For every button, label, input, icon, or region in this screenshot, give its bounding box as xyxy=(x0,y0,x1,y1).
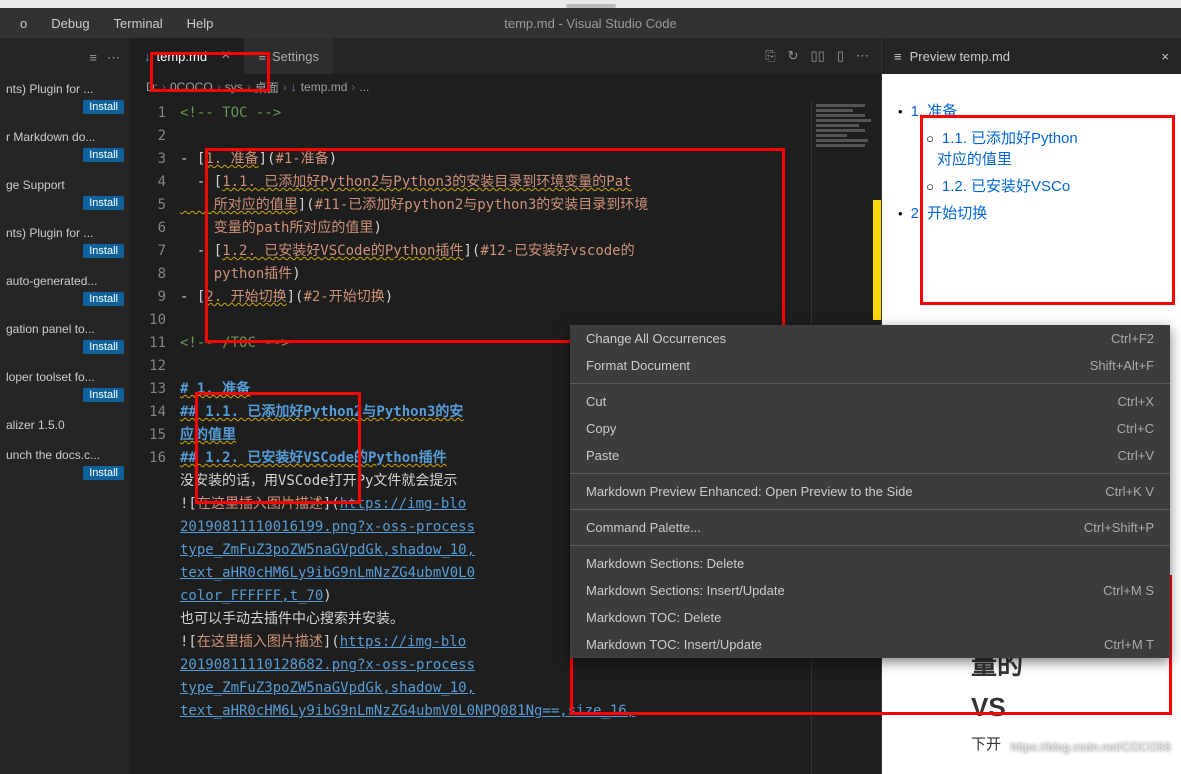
extensions-sidebar: ≡ ⋯ nts) Plugin for ...Installr Markdown… xyxy=(0,38,130,774)
crumb[interactable]: ... xyxy=(359,80,369,94)
settings-icon: ≡ xyxy=(258,49,266,64)
extension-item[interactable]: ge SupportInstall xyxy=(0,170,130,218)
sidebar-filter-icon[interactable]: ≡ xyxy=(89,50,97,66)
preview-tab-label: Preview temp.md xyxy=(910,49,1010,64)
editor-actions: ⎘ ↻ ▯▯ ▯ ⋯ xyxy=(753,48,881,64)
preview-icon: ≡ xyxy=(894,49,902,64)
toc-link[interactable]: 2. 开始切换 xyxy=(911,205,988,222)
crumb[interactable]: sys xyxy=(225,80,243,94)
tab-label: temp.md xyxy=(157,49,208,64)
split-icon[interactable]: ▯ xyxy=(837,48,844,64)
extension-item[interactable]: r Markdown do...Install xyxy=(0,122,130,170)
preview-toc: •1. 准备 ○1.1. 已添加好Python 对应的值里 ○1.2. 已安装好… xyxy=(898,100,1165,223)
menubar: o Debug Terminal Help temp.md - Visual S… xyxy=(0,8,1181,38)
install-button[interactable]: Install xyxy=(83,340,124,354)
open-changes-icon[interactable]: ⎘ xyxy=(765,48,775,64)
context-menu-item[interactable]: Markdown TOC: Insert/UpdateCtrl+M T xyxy=(570,631,1170,658)
code-line[interactable]: - [1.1. 已添加好Python2与Python3的安装目录到环境变量的Pa… xyxy=(180,171,811,194)
context-menu-item[interactable]: Markdown TOC: Delete xyxy=(570,604,1170,631)
refresh-icon[interactable]: ↻ xyxy=(788,48,799,64)
context-menu: Change All OccurrencesCtrl+F2Format Docu… xyxy=(570,325,1170,658)
extension-item[interactable]: auto-generated...Install xyxy=(0,266,130,314)
context-menu-item[interactable]: Command Palette...Ctrl+Shift+P xyxy=(570,514,1170,541)
menu-item-o[interactable]: o xyxy=(8,16,39,31)
menu-item-debug[interactable]: Debug xyxy=(39,16,101,31)
context-menu-item[interactable]: Change All OccurrencesCtrl+F2 xyxy=(570,325,1170,352)
context-menu-item[interactable]: Markdown Sections: Insert/UpdateCtrl+M S xyxy=(570,577,1170,604)
install-button[interactable]: Install xyxy=(83,292,124,306)
window-title: temp.md - Visual Studio Code xyxy=(492,16,688,31)
tab-settings[interactable]: ≡ Settings xyxy=(244,38,333,74)
tabs-bar: ↓ temp.md × ≡ Settings ⎘ ↻ ▯▯ ▯ ⋯ xyxy=(130,38,881,74)
install-button[interactable]: Install xyxy=(83,100,124,114)
toc-link[interactable]: 1.1. 已添加好Python xyxy=(942,130,1078,147)
preview-tab[interactable]: ≡ Preview temp.md × xyxy=(882,38,1181,74)
context-menu-item[interactable]: Format DocumentShift+Alt+F xyxy=(570,352,1170,379)
markdown-file-icon: ↓ xyxy=(144,49,151,64)
menu-item-terminal[interactable]: Terminal xyxy=(102,16,175,31)
split-side-icon[interactable]: ▯▯ xyxy=(811,48,825,64)
code-line[interactable]: - [2. 开始切换](#2-开始切换) xyxy=(180,286,811,309)
install-button[interactable]: Install xyxy=(83,466,124,480)
preview-heading: VS xyxy=(971,692,1181,723)
install-button[interactable]: Install xyxy=(83,148,124,162)
toc-link[interactable]: 1.2. 已安装好VSCo xyxy=(942,178,1070,195)
context-menu-item[interactable]: CutCtrl+X xyxy=(570,388,1170,415)
extension-item[interactable]: nts) Plugin for ...Install xyxy=(0,218,130,266)
more-actions-icon[interactable]: ⋯ xyxy=(856,48,869,64)
extension-item[interactable]: loper toolset fo...Install xyxy=(0,362,130,410)
install-button[interactable]: Install xyxy=(83,388,124,402)
code-line[interactable]: - [1.2. 已安装好VSCode的Python插件](#12-已安装好vsc… xyxy=(180,240,811,263)
context-menu-item[interactable]: Markdown Preview Enhanced: Open Preview … xyxy=(570,478,1170,505)
menu-item-help[interactable]: Help xyxy=(175,16,226,31)
code-line[interactable]: 变量的path所对应的值里) xyxy=(180,217,811,240)
toc-link-cont[interactable]: 对应的值里 xyxy=(937,151,1012,168)
code-line[interactable]: - [1. 准备](#1-准备) xyxy=(180,148,811,171)
watermark: https://blog.csdn.net/COCO56 xyxy=(1011,740,1171,754)
code-line[interactable]: type_ZmFuZ3poZW5naGVpdGk,shadow_10, xyxy=(180,677,811,700)
extension-item[interactable]: gation panel to...Install xyxy=(0,314,130,362)
context-menu-item[interactable]: PasteCtrl+V xyxy=(570,442,1170,469)
breadcrumb[interactable]: D:› 0COCO› sys› 桌面› ↓ temp.md› ... xyxy=(130,74,881,100)
install-button[interactable]: Install xyxy=(83,196,124,210)
code-line[interactable]: <!-- TOC --> xyxy=(180,102,811,125)
crumb[interactable]: temp.md xyxy=(301,80,348,94)
toc-link[interactable]: 1. 准备 xyxy=(911,103,958,120)
crumb[interactable]: D: xyxy=(146,80,158,94)
code-line[interactable] xyxy=(180,125,811,148)
crumb[interactable]: 0COCO xyxy=(170,80,213,94)
close-icon[interactable]: × xyxy=(221,47,230,65)
extension-item[interactable]: nts) Plugin for ...Install xyxy=(0,74,130,122)
code-line[interactable]: text_aHR0cHM6Ly9ibG9nLmNzZG4ubmV0L0NPQ08… xyxy=(180,700,811,723)
code-line[interactable]: python插件) xyxy=(180,263,811,286)
context-menu-item[interactable]: Markdown Sections: Delete xyxy=(570,550,1170,577)
tab-label: Settings xyxy=(272,49,319,64)
window-top-strip xyxy=(0,0,1181,8)
crumb[interactable]: 桌面 xyxy=(255,79,279,96)
close-icon[interactable]: × xyxy=(1161,49,1169,64)
extension-item[interactable]: unch the docs.c...Install xyxy=(0,440,130,488)
tab-temp-md[interactable]: ↓ temp.md × xyxy=(130,38,244,74)
sidebar-overflow-icon[interactable]: ⋯ xyxy=(107,50,120,66)
context-menu-item[interactable]: CopyCtrl+C xyxy=(570,415,1170,442)
code-line[interactable]: 所对应的值里](#11-已添加好python2与python3的安装目录到环境 xyxy=(180,194,811,217)
install-button[interactable]: Install xyxy=(83,244,124,258)
line-gutter: 12345678910111213141516 xyxy=(130,100,180,774)
extension-item[interactable]: alizer 1.5.0 xyxy=(0,410,130,440)
